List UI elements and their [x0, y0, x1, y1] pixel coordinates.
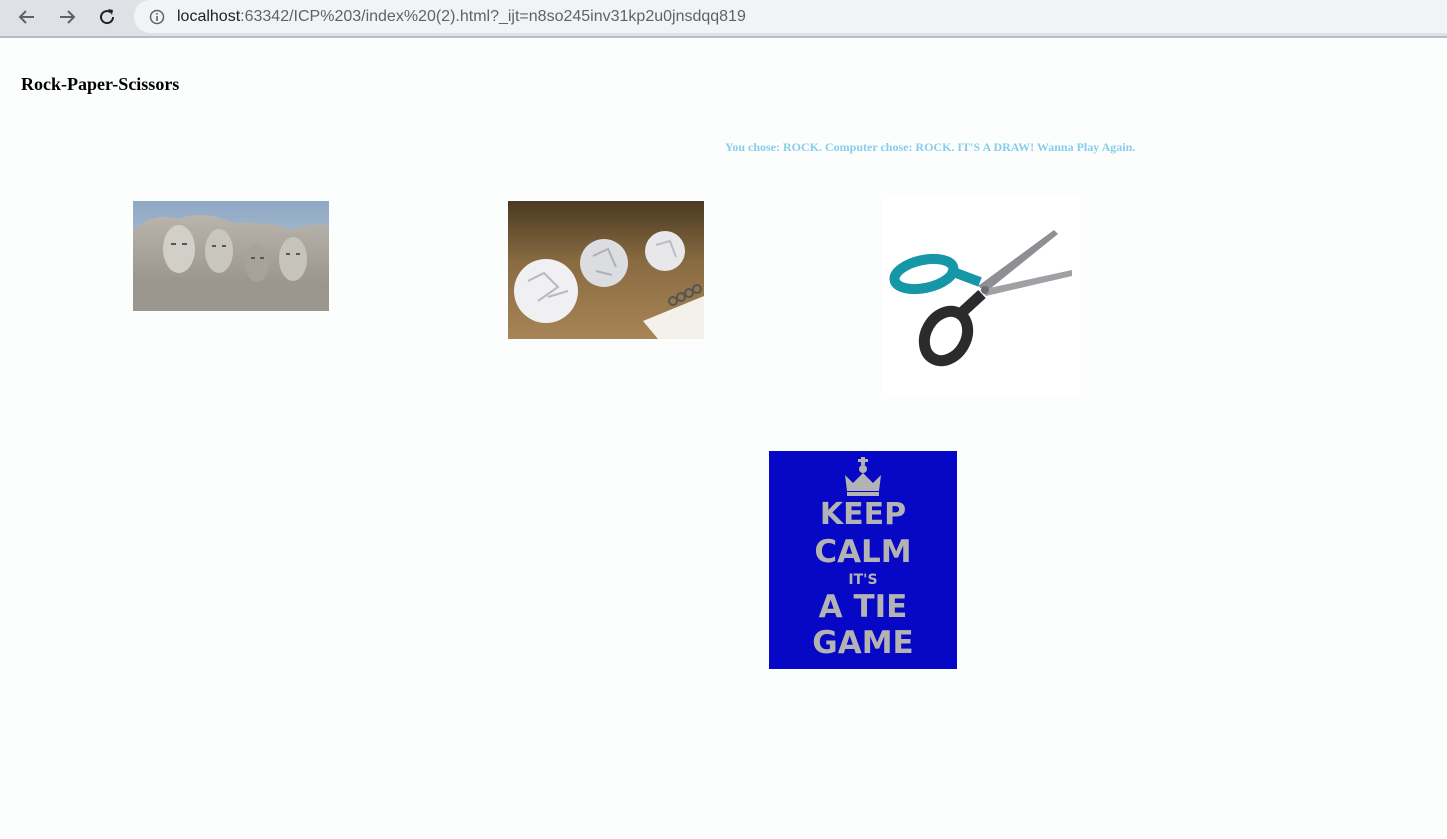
back-button[interactable]	[12, 4, 42, 30]
address-bar[interactable]: localhost:63342/ICP%203/index%20(2).html…	[134, 0, 1447, 33]
paper-button[interactable]	[508, 201, 704, 339]
tie-line-5: GAME	[812, 625, 914, 661]
crown-icon	[845, 457, 881, 496]
result-message: You chose: ROCK. Computer chose: ROCK. I…	[725, 140, 1136, 154]
arrow-left-icon	[18, 10, 34, 24]
mount-rushmore-rock-image	[133, 201, 329, 311]
info-icon[interactable]	[149, 9, 165, 25]
page-title: Rock-Paper-Scissors	[21, 74, 180, 94]
reload-icon	[100, 9, 115, 25]
browser-toolbar: localhost:63342/ICP%203/index%20(2).html…	[0, 0, 1447, 38]
tie-game-poster: KEEP CALM IT'S A TIE GAME	[769, 451, 957, 669]
scissors-image	[882, 198, 1080, 398]
forward-button[interactable]	[52, 4, 82, 30]
arrow-right-icon	[60, 10, 76, 24]
scissors-button[interactable]	[882, 198, 1080, 398]
tie-line-3: IT'S	[848, 572, 878, 588]
rock-button[interactable]	[133, 201, 329, 311]
tie-line-4: A TIE	[818, 589, 908, 625]
reload-button[interactable]	[92, 4, 122, 30]
url-text: localhost:63342/ICP%203/index%20(2).html…	[177, 7, 746, 25]
tie-line-1: KEEP	[819, 497, 907, 532]
crumpled-paper-image	[508, 201, 704, 339]
tie-line-2: CALM	[814, 534, 912, 570]
